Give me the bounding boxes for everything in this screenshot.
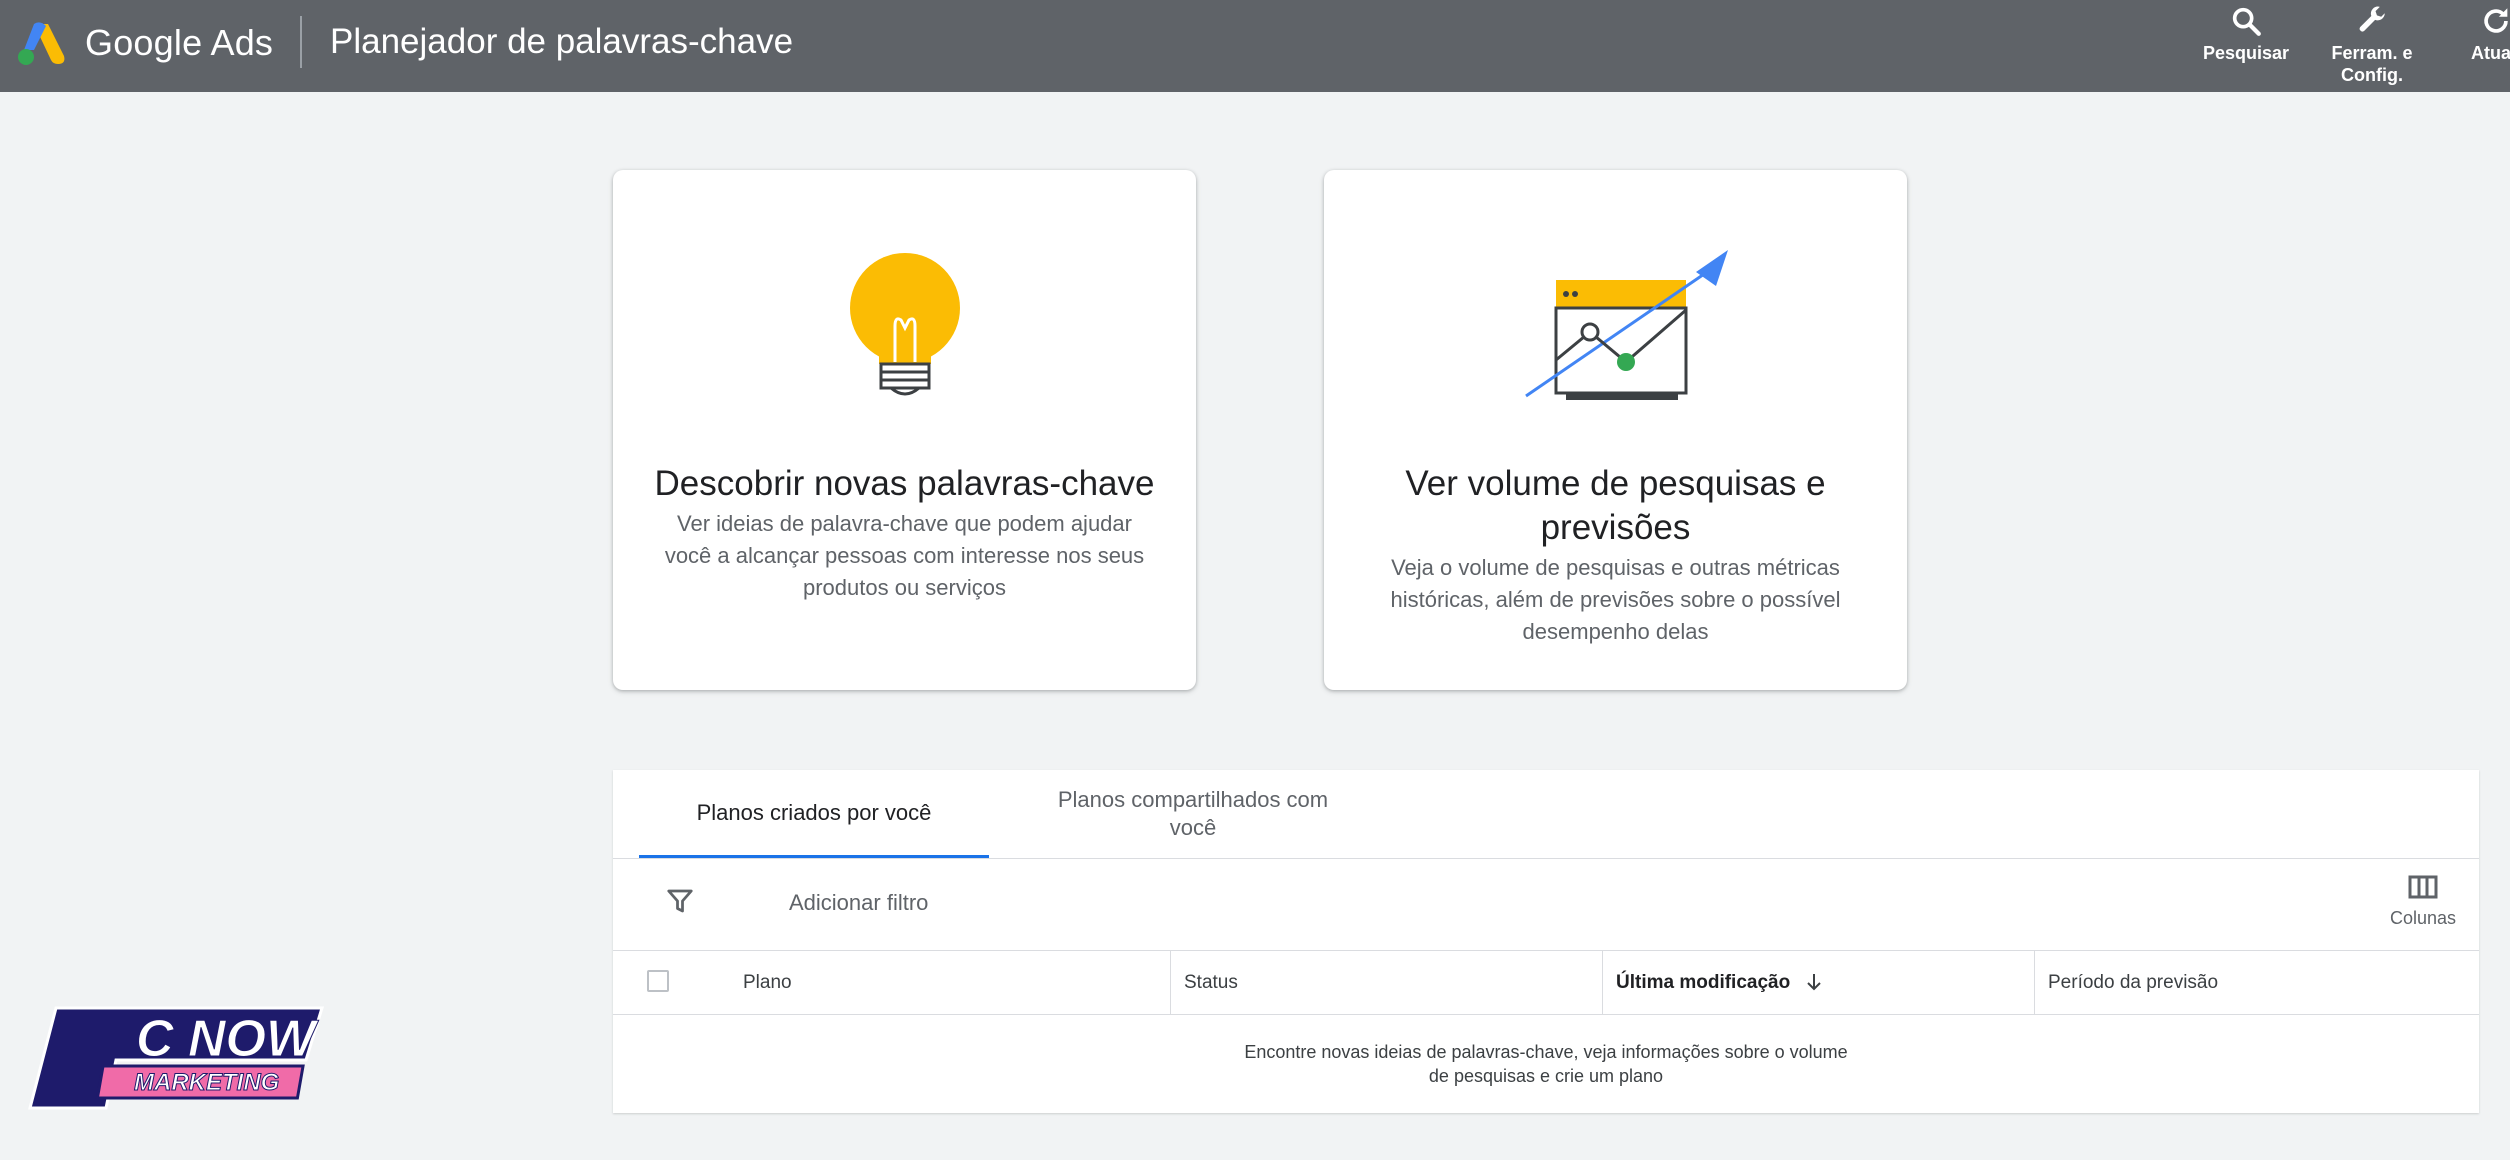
filter-divider [613, 950, 2479, 951]
page-title: Planejador de palavras-chave [330, 22, 794, 61]
top-bar: Google Ads Planejador de palavras-chave … [0, 0, 2510, 92]
refresh-button[interactable]: Atuali [2446, 4, 2510, 64]
wrench-icon [2359, 6, 2385, 32]
tools-label-line2: Config. [2341, 65, 2403, 85]
card-description-line: você a alcançar pessoas com interesse no… [664, 543, 1145, 568]
card-illustration [1324, 250, 1907, 400]
empty-message-line: de pesquisas e crie um plano [1428, 1066, 1664, 1086]
card-description: Ver ideias de palavra-chave que podem aj… [653, 508, 1156, 604]
column-header-forecast-period[interactable]: Período da previsão [2048, 972, 2218, 994]
card-description-line: produtos ou serviços [803, 575, 1006, 600]
column-header-label: Última modificação [1616, 972, 1791, 993]
card-description: Veja o volume de pesquisas e outras métr… [1364, 552, 1867, 648]
search-button[interactable]: Pesquisar [2196, 4, 2296, 64]
arrow-down-icon [1806, 974, 1821, 991]
brand-name[interactable]: Google Ads [85, 22, 273, 64]
column-separator [1170, 950, 1171, 1015]
watermark-line2: MARKETING [134, 1069, 279, 1096]
card-title-line: previsões [1540, 508, 1691, 547]
plans-panel: Planos criados por você Planos compartil… [613, 770, 2479, 1113]
lightbulb-icon [849, 253, 960, 396]
card-illustration [613, 250, 1196, 400]
tabs-divider [613, 858, 2479, 859]
column-header-status[interactable]: Status [1184, 972, 1238, 994]
card-description-line: Ver ideias de palavra-chave que podem aj… [677, 511, 1132, 536]
refresh-button-label: Atuali [2470, 43, 2510, 63]
header-row-divider [613, 1014, 2479, 1015]
search-volume-forecast-card[interactable]: Ver volume de pesquisas e previsões Veja… [1324, 170, 1907, 690]
refresh-icon [2484, 8, 2508, 33]
tools-label-line1: Ferram. e [2331, 43, 2413, 63]
discover-keywords-card[interactable]: Descobrir novas palavras-chave Ver ideia… [613, 170, 1196, 690]
search-icon [2232, 7, 2261, 36]
card-description-line: desempenho delas [1522, 619, 1709, 644]
select-all-checkbox[interactable] [647, 970, 669, 992]
tab-label: Planos criados por você [696, 799, 932, 825]
filter-icon[interactable] [665, 886, 695, 916]
tab-shared-plans[interactable]: Planos compartilhados com você [1003, 770, 1383, 858]
columns-icon [2408, 875, 2438, 899]
trend-chart-icon [1524, 250, 1728, 400]
add-filter-button[interactable]: Adicionar filtro [789, 890, 928, 916]
tab-label: Planos compartilhados com você [1058, 786, 1328, 842]
card-description-line: Veja o volume de pesquisas e outras métr… [1391, 555, 1840, 580]
tab-my-plans[interactable]: Planos criados por você [639, 770, 989, 858]
google-ads-logo-icon[interactable] [16, 20, 66, 66]
header-divider [300, 16, 302, 68]
tools-settings-button[interactable]: Ferram. e Config. [2322, 4, 2422, 86]
column-header-plan[interactable]: Plano [743, 972, 792, 994]
column-separator [1602, 950, 1603, 1015]
card-title: Descobrir novas palavras-chave [654, 464, 1155, 503]
card-title-line: Ver volume de pesquisas e [1405, 464, 1826, 503]
columns-label: Colunas [2389, 908, 2457, 928]
cnow-marketing-logo: C NOW MARKETING [28, 1006, 325, 1110]
column-separator [2034, 950, 2035, 1015]
card-description-line: históricas, além de previsões sobre o po… [1390, 587, 1841, 612]
empty-state-message: Encontre novas ideias de palavras-chave,… [1196, 1040, 1896, 1088]
watermark-line1: C NOW [136, 1010, 319, 1068]
card-title: Ver volume de pesquisas e previsões [1344, 462, 1887, 550]
columns-button[interactable]: Colunas [2373, 874, 2473, 929]
column-header-last-modified[interactable]: Última modificação [1616, 972, 1824, 994]
empty-message-line: Encontre novas ideias de palavras-chave,… [1244, 1042, 1848, 1062]
tab-label-line: você [1169, 815, 1217, 840]
search-button-label: Pesquisar [2202, 43, 2290, 63]
tab-label-line: Planos compartilhados com [1057, 787, 1329, 812]
